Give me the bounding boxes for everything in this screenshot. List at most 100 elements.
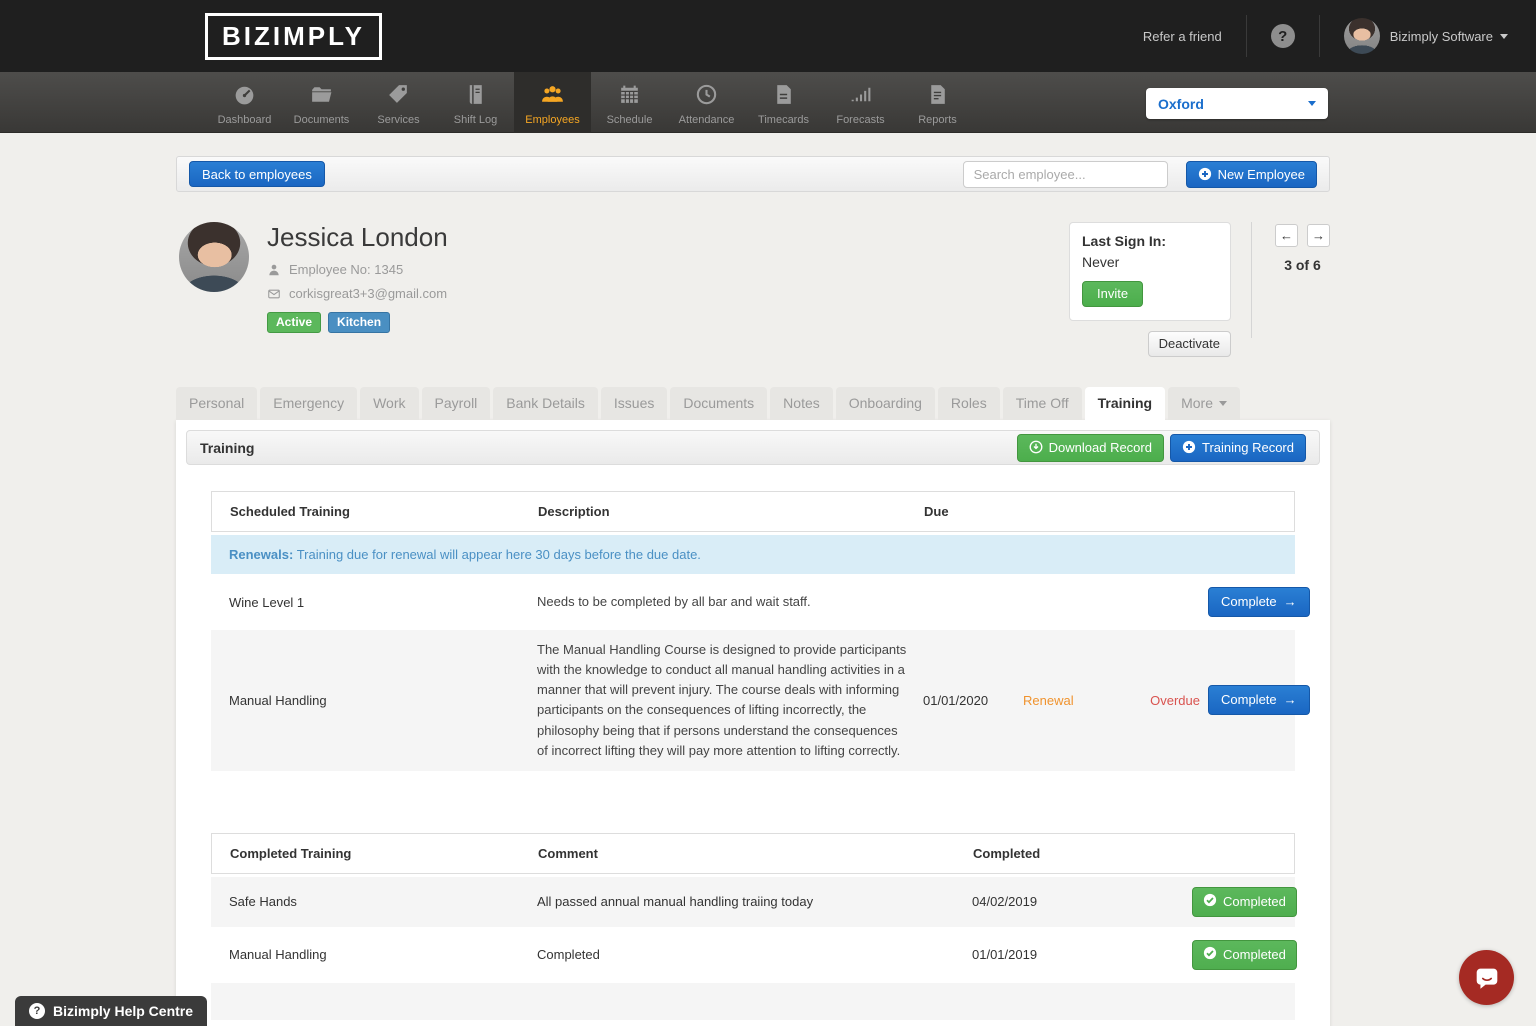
tab-label: Work bbox=[373, 395, 405, 411]
plus-circle-icon bbox=[1198, 167, 1212, 181]
chevron-down-icon bbox=[1500, 34, 1508, 39]
last-sign-in-label: Last Sign In: bbox=[1082, 233, 1218, 249]
help-centre-button[interactable]: ? Bizimply Help Centre bbox=[15, 996, 207, 1026]
status-badge-kitchen: Kitchen bbox=[328, 312, 390, 333]
training-record-button[interactable]: Training Record bbox=[1170, 434, 1306, 462]
nav-item-label: Services bbox=[377, 114, 419, 126]
nav-item-employees[interactable]: Employees bbox=[514, 72, 591, 133]
completed-date: 04/02/2019 bbox=[972, 894, 1192, 909]
completed-badge[interactable]: Completed bbox=[1192, 887, 1297, 917]
download-record-label: Download Record bbox=[1049, 440, 1152, 455]
download-record-button[interactable]: Download Record bbox=[1017, 434, 1164, 462]
tab-roles[interactable]: Roles bbox=[938, 387, 1000, 420]
completed-training-header: Completed Training Comment Completed bbox=[211, 833, 1295, 874]
nav-item-documents[interactable]: Documents bbox=[283, 72, 360, 133]
timecard-icon bbox=[771, 82, 796, 114]
training-comment: Completed bbox=[537, 947, 972, 962]
renewals-label: Renewals: bbox=[229, 547, 293, 562]
tab-emergency[interactable]: Emergency bbox=[260, 387, 357, 420]
employee-badges: Active Kitchen bbox=[267, 312, 448, 333]
scheduled-training-row: Wine Level 1Needs to be completed by all… bbox=[211, 577, 1295, 627]
training-name: Manual Handling bbox=[229, 693, 537, 708]
deactivate-button[interactable]: Deactivate bbox=[1148, 331, 1231, 357]
new-employee-button[interactable]: New Employee bbox=[1186, 161, 1317, 188]
search-employee-input[interactable] bbox=[963, 161, 1168, 188]
nav-item-label: Dashboard bbox=[218, 114, 272, 126]
tab-label: Payroll bbox=[435, 395, 478, 411]
help-icon[interactable]: ? bbox=[1271, 24, 1295, 48]
nav-item-reports[interactable]: Reports bbox=[899, 72, 976, 133]
complete-button[interactable]: Complete→ bbox=[1208, 685, 1310, 715]
help-centre-label: Bizimply Help Centre bbox=[53, 1003, 193, 1019]
nav-item-attendance[interactable]: Attendance bbox=[668, 72, 745, 133]
tab-documents[interactable]: Documents bbox=[670, 387, 767, 420]
nav-item-timecards[interactable]: Timecards bbox=[745, 72, 822, 133]
chat-bubble-icon bbox=[1472, 963, 1502, 993]
arrow-right-icon: → bbox=[1284, 594, 1297, 609]
tab-notes[interactable]: Notes bbox=[770, 387, 833, 420]
account-avatar[interactable] bbox=[1344, 18, 1380, 54]
tab-label: Time Off bbox=[1016, 395, 1069, 411]
completed-label: Completed bbox=[1223, 947, 1286, 962]
back-to-employees-button[interactable]: Back to employees bbox=[189, 161, 325, 187]
book-icon bbox=[463, 82, 488, 114]
scheduled-training-header: Scheduled Training Description Due bbox=[211, 491, 1295, 532]
arrow-right-icon: → bbox=[1312, 228, 1325, 243]
bizimply-logo: BIZIMPLY bbox=[205, 13, 382, 60]
tab-training[interactable]: Training bbox=[1085, 387, 1165, 420]
arrow-left-icon: ← bbox=[1280, 228, 1293, 243]
invite-button[interactable]: Invite bbox=[1082, 281, 1143, 307]
tab-issues[interactable]: Issues bbox=[601, 387, 667, 420]
training-overdue-flag: Overdue bbox=[1128, 693, 1208, 708]
renewals-info-row: Renewals: Training due for renewal will … bbox=[211, 535, 1295, 574]
tab-onboarding[interactable]: Onboarding bbox=[836, 387, 935, 420]
nav-item-services[interactable]: Services bbox=[360, 72, 437, 133]
tab-label: Training bbox=[1098, 395, 1152, 411]
nav-item-dashboard[interactable]: Dashboard bbox=[206, 72, 283, 133]
tab-time-off[interactable]: Time Off bbox=[1003, 387, 1082, 420]
refer-a-friend-link[interactable]: Refer a friend bbox=[1143, 29, 1222, 44]
status-badge-active: Active bbox=[267, 312, 321, 333]
chevron-down-icon bbox=[1308, 101, 1316, 106]
employee-number: Employee No: 1345 bbox=[289, 262, 403, 277]
report-icon bbox=[925, 82, 950, 114]
pager-position: 3 of 6 bbox=[1284, 257, 1321, 273]
account-menu[interactable]: Bizimply Software bbox=[1390, 29, 1508, 44]
previous-employee-button[interactable]: ← bbox=[1275, 224, 1298, 247]
column-header: Due bbox=[924, 504, 1024, 519]
tab-label: Personal bbox=[189, 395, 244, 411]
completed-training-table: Completed Training Comment Completed Saf… bbox=[211, 833, 1295, 1020]
main-nav-bar: Dashboard Documents Services Shift Log Emplo… bbox=[0, 72, 1536, 133]
folder-icon bbox=[309, 82, 334, 114]
nav-item-schedule[interactable]: Schedule bbox=[591, 72, 668, 133]
location-dropdown[interactable]: Oxford bbox=[1146, 88, 1328, 119]
tab-personal[interactable]: Personal bbox=[176, 387, 257, 420]
employee-toolbar: Back to employees New Employee bbox=[176, 156, 1330, 192]
plus-circle-icon bbox=[1182, 440, 1196, 454]
column-header: Completed bbox=[973, 846, 1193, 861]
nav-item-forecasts[interactable]: Forecasts bbox=[822, 72, 899, 133]
account-name: Bizimply Software bbox=[1390, 29, 1493, 44]
completed-badge[interactable]: Completed bbox=[1192, 940, 1297, 970]
employee-header: Jessica London Employee No: 1345 corkisg… bbox=[176, 222, 1330, 357]
training-due-date: 01/01/2020 bbox=[923, 693, 1023, 708]
tab-work[interactable]: Work bbox=[360, 387, 418, 420]
employee-name: Jessica London bbox=[267, 222, 448, 253]
training-action-cell: Complete→ bbox=[1208, 587, 1310, 617]
tab-label: Roles bbox=[951, 395, 987, 411]
nav-item-label: Forecasts bbox=[836, 114, 884, 126]
divider bbox=[1319, 15, 1320, 57]
complete-button[interactable]: Complete→ bbox=[1208, 587, 1310, 617]
tab-payroll[interactable]: Payroll bbox=[422, 387, 491, 420]
next-employee-button[interactable]: → bbox=[1307, 224, 1330, 247]
tag-icon bbox=[386, 82, 411, 114]
nav-item-label: Shift Log bbox=[454, 114, 497, 126]
tab-label: Issues bbox=[614, 395, 654, 411]
complete-label: Complete bbox=[1221, 692, 1277, 707]
training-panel: Training Download Record Training Record… bbox=[176, 420, 1330, 1026]
tab-more[interactable]: More bbox=[1168, 387, 1240, 420]
completed-date: 01/01/2019 bbox=[972, 947, 1192, 962]
tab-bank-details[interactable]: Bank Details bbox=[493, 387, 598, 420]
chat-launcher-button[interactable] bbox=[1459, 950, 1514, 1005]
nav-item-shift-log[interactable]: Shift Log bbox=[437, 72, 514, 133]
